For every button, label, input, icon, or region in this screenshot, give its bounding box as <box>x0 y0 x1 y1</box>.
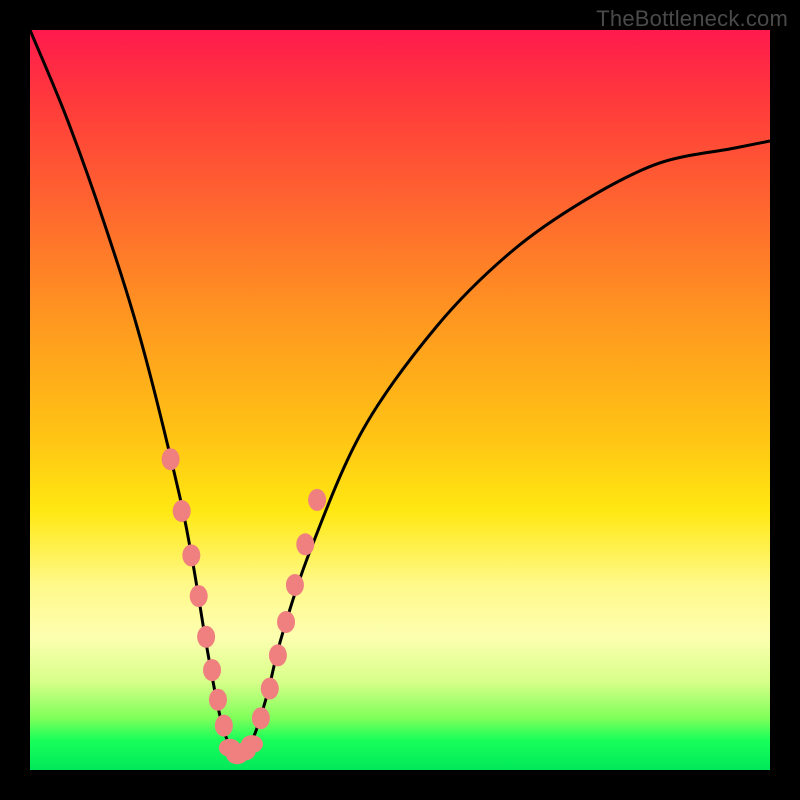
data-marker <box>277 611 295 633</box>
data-marker <box>209 689 227 711</box>
watermark-text: TheBottleneck.com <box>596 6 788 32</box>
marker-group <box>162 448 327 764</box>
data-marker <box>252 707 270 729</box>
data-marker <box>308 489 326 511</box>
data-marker <box>190 585 208 607</box>
data-marker <box>197 626 215 648</box>
data-marker <box>203 659 221 681</box>
curve-layer <box>30 30 770 770</box>
data-marker <box>296 533 314 555</box>
data-marker <box>182 544 200 566</box>
data-marker <box>162 448 180 470</box>
data-marker <box>261 678 279 700</box>
chart-frame: TheBottleneck.com <box>0 0 800 800</box>
plot-area <box>30 30 770 770</box>
data-marker <box>269 644 287 666</box>
data-marker <box>173 500 191 522</box>
data-marker <box>286 574 304 596</box>
data-marker <box>215 715 233 737</box>
bottleneck-curve <box>30 30 770 756</box>
data-marker <box>241 735 263 753</box>
